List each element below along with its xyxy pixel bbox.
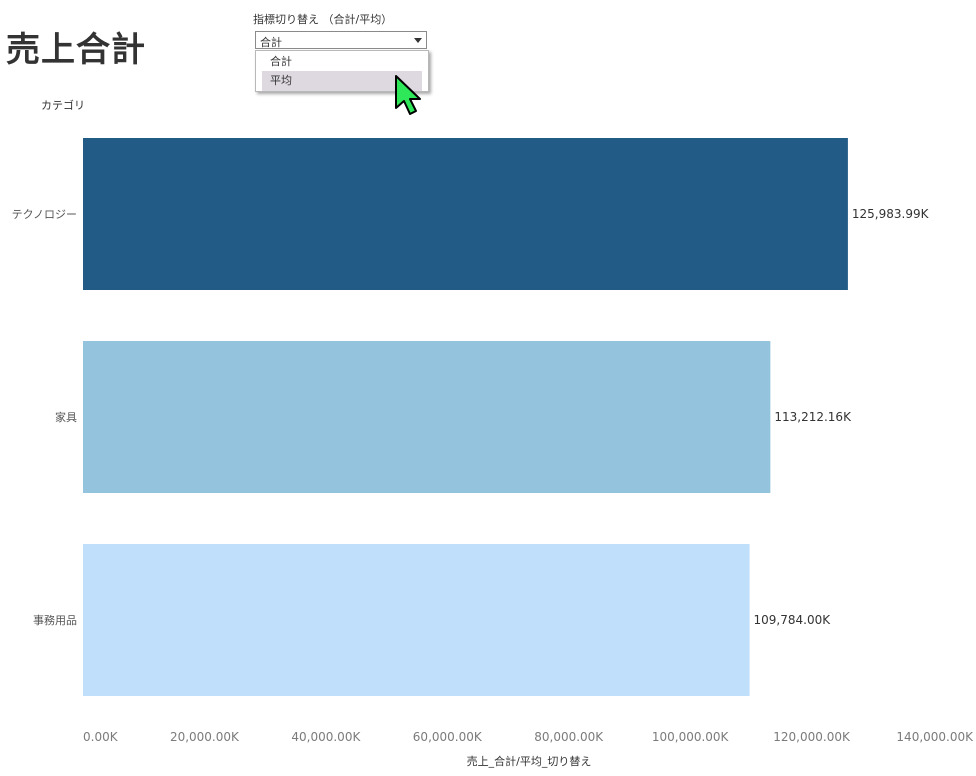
x-tick-label: 20,000.00K xyxy=(170,730,240,744)
x-tick-label: 100,000.00K xyxy=(652,730,730,744)
data-label: 125,983.99K xyxy=(852,207,930,221)
x-tick-label: 120,000.00K xyxy=(773,730,851,744)
data-label: 113,212.16K xyxy=(774,410,852,424)
bar-0[interactable] xyxy=(83,138,848,290)
x-tick-label: 60,000.00K xyxy=(413,730,483,744)
x-tick-label: 40,000.00K xyxy=(291,730,361,744)
x-axis-title: 売上_合計/平均_切り替え xyxy=(467,754,592,768)
x-tick-label: 80,000.00K xyxy=(534,730,604,744)
bar-chart: テクノロジー 125,983.99K 家具 113,212.16K 事務用品 109,78… xyxy=(12,138,974,768)
x-tick-label: 140,000.00K xyxy=(896,730,974,744)
category-label: テクノロジー xyxy=(12,208,77,221)
bar-2[interactable] xyxy=(83,544,750,696)
dashboard: 売上合計 指標切り替え （合計/平均） 合計 合計 平均 カテゴリ テクノロジー… xyxy=(0,0,976,776)
data-label: 109,784.00K xyxy=(754,613,832,627)
category-label: 事務用品 xyxy=(33,613,77,627)
bar-1[interactable] xyxy=(83,341,771,493)
category-label: 家具 xyxy=(55,410,77,424)
mouse-pointer-icon xyxy=(395,75,421,115)
x-tick-label: 0.00K xyxy=(83,730,119,744)
